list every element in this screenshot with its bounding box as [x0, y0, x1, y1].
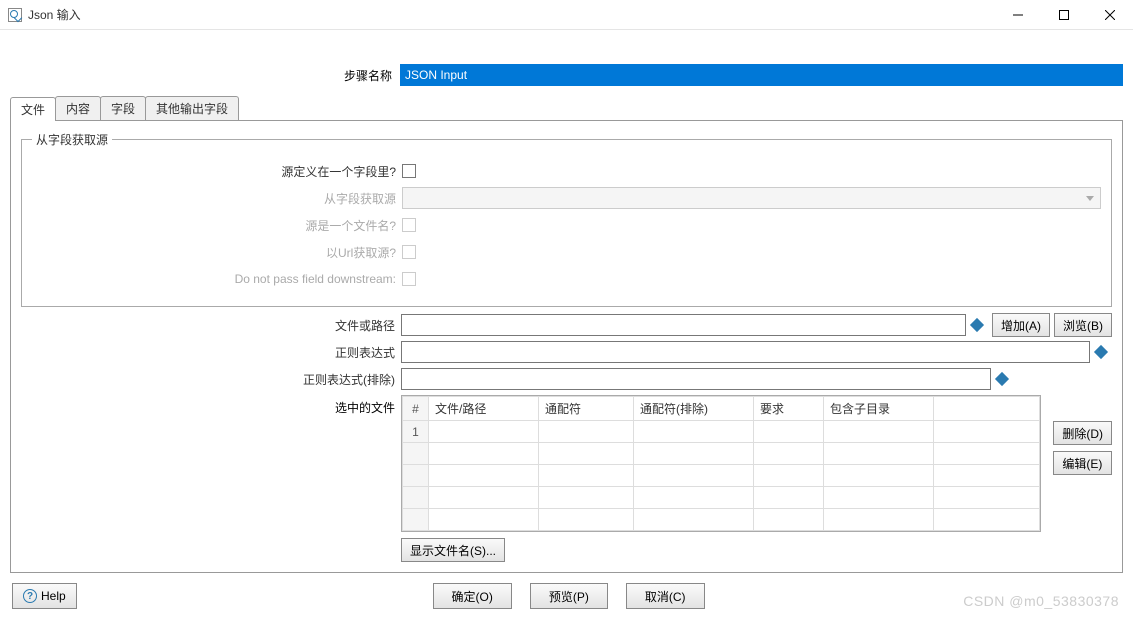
label-regex-exclude: 正则表达式(排除) — [21, 371, 401, 388]
label-selected-files: 选中的文件 — [21, 395, 401, 416]
add-button[interactable]: 增加(A) — [992, 313, 1050, 337]
row-do-not-pass: Do not pass field downstream: — [32, 267, 1101, 291]
input-regex-exclude[interactable] — [401, 368, 991, 390]
step-name-label: 步骤名称 — [10, 67, 400, 84]
table-row[interactable] — [403, 443, 1040, 465]
step-name-row: 步骤名称 — [10, 64, 1123, 86]
variable-icon[interactable] — [970, 318, 984, 332]
combo-get-from-field[interactable] — [402, 187, 1101, 209]
row-regex: 正则表达式 — [21, 340, 1112, 364]
footer: ? Help 确定(O) 预览(P) 取消(C) — [0, 583, 1133, 609]
row-source-is-filename: 源是一个文件名? — [32, 213, 1101, 237]
variable-icon[interactable] — [995, 372, 1009, 386]
label-regex: 正则表达式 — [21, 344, 401, 361]
checkbox-do-not-pass — [402, 272, 416, 286]
help-icon: ? — [23, 589, 37, 603]
step-name-input[interactable] — [400, 64, 1123, 86]
table-row[interactable] — [403, 509, 1040, 531]
row-show-filenames: 显示文件名(S)... — [21, 538, 1112, 562]
col-num: # — [403, 397, 429, 421]
col-required: 要求 — [754, 397, 824, 421]
variable-icon[interactable] — [1094, 345, 1108, 359]
group-legend: 从字段获取源 — [32, 131, 112, 148]
window-title: Json 输入 — [28, 6, 81, 23]
table-row[interactable] — [403, 465, 1040, 487]
maximize-button[interactable] — [1041, 0, 1087, 30]
checkbox-source-in-field[interactable] — [402, 164, 416, 178]
col-path: 文件/路径 — [429, 397, 539, 421]
checkbox-get-from-url — [402, 245, 416, 259]
delete-button[interactable]: 删除(D) — [1053, 421, 1112, 445]
label-get-from-url: 以Url获取源? — [32, 244, 402, 261]
row-get-from-url: 以Url获取源? — [32, 240, 1101, 264]
table-row[interactable] — [403, 487, 1040, 509]
cancel-button[interactable]: 取消(C) — [626, 583, 705, 609]
tab-bar: 文件 内容 字段 其他输出字段 — [10, 96, 1123, 121]
window-controls — [995, 0, 1133, 30]
label-source-in-field: 源定义在一个字段里? — [32, 163, 402, 180]
input-file-or-path[interactable] — [401, 314, 966, 336]
label-do-not-pass: Do not pass field downstream: — [32, 272, 402, 286]
input-regex[interactable] — [401, 341, 1090, 363]
label-get-from-field: 从字段获取源 — [32, 190, 402, 207]
col-wildcard: 通配符 — [539, 397, 634, 421]
grid-side-buttons: 删除(D) 编辑(E) — [1049, 395, 1112, 475]
edit-button[interactable]: 编辑(E) — [1053, 451, 1112, 475]
show-filenames-button[interactable]: 显示文件名(S)... — [401, 538, 505, 562]
app-icon — [8, 8, 22, 22]
col-spacer — [934, 397, 1040, 421]
tab-fields[interactable]: 字段 — [100, 96, 146, 120]
row-file-or-path: 文件或路径 增加(A) 浏览(B) — [21, 313, 1112, 337]
titlebar: Json 输入 — [0, 0, 1133, 30]
checkbox-source-is-filename — [402, 218, 416, 232]
col-include-subdir: 包含子目录 — [824, 397, 934, 421]
col-wildcard-exclude: 通配符(排除) — [634, 397, 754, 421]
minimize-button[interactable] — [995, 0, 1041, 30]
tab-other-output[interactable]: 其他输出字段 — [145, 96, 239, 120]
help-button[interactable]: ? Help — [12, 583, 77, 609]
tab-panel-file: 从字段获取源 源定义在一个字段里? 从字段获取源 源是一个文件名? 以Url获取… — [10, 121, 1123, 573]
source-from-field-group: 从字段获取源 源定义在一个字段里? 从字段获取源 源是一个文件名? 以Url获取… — [21, 131, 1112, 307]
close-button[interactable] — [1087, 0, 1133, 30]
label-file-or-path: 文件或路径 — [21, 317, 401, 334]
ok-button[interactable]: 确定(O) — [433, 583, 512, 609]
table-row[interactable]: 1 — [403, 421, 1040, 443]
row-source-in-field: 源定义在一个字段里? — [32, 159, 1101, 183]
preview-button[interactable]: 预览(P) — [530, 583, 608, 609]
selected-files-area: 选中的文件 # 文件/路径 通配符 通配符(排除) 要求 包含子目录 — [21, 395, 1112, 532]
row-regex-exclude: 正则表达式(排除) — [21, 367, 1112, 391]
selected-files-grid[interactable]: # 文件/路径 通配符 通配符(排除) 要求 包含子目录 1 — [401, 395, 1041, 532]
tab-file[interactable]: 文件 — [10, 97, 56, 121]
row-get-from-field: 从字段获取源 — [32, 186, 1101, 210]
tab-content[interactable]: 内容 — [55, 96, 101, 120]
browse-button[interactable]: 浏览(B) — [1054, 313, 1112, 337]
label-source-is-filename: 源是一个文件名? — [32, 217, 402, 234]
